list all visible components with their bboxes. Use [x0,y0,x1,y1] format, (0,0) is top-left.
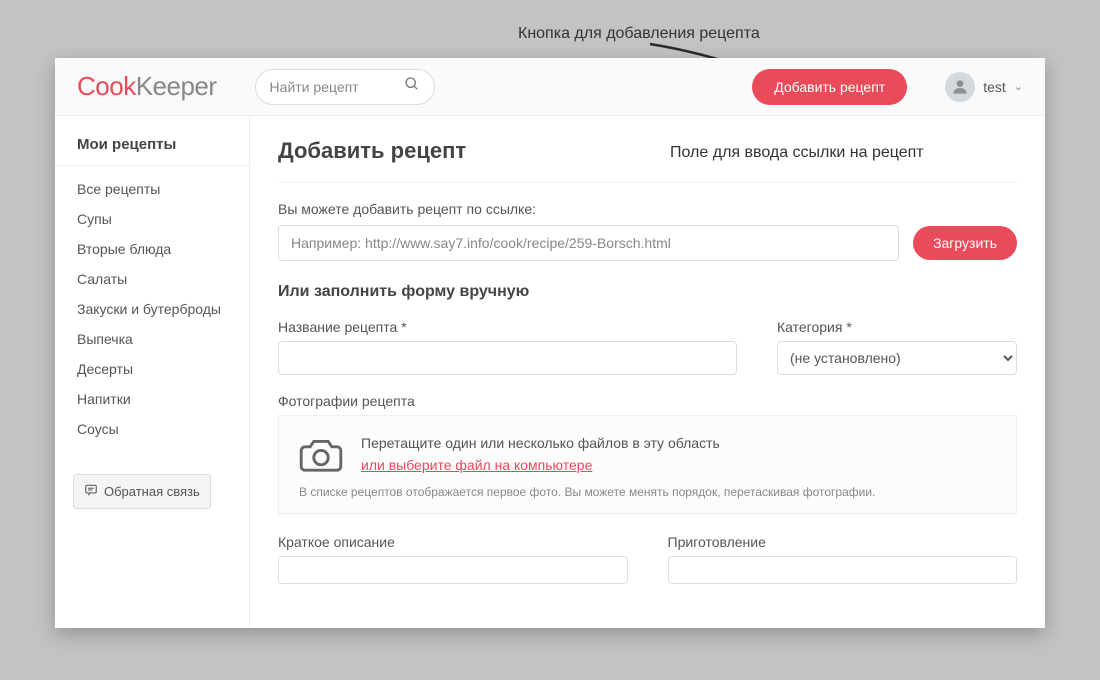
form-row-name-category: Название рецепта * Категория * (не устан… [278,319,1017,375]
short-desc-label: Краткое описание [278,534,628,550]
sidebar-item[interactable]: Салаты [55,264,249,294]
chevron-down-icon: ⌄ [1014,80,1023,93]
logo-brand: Cook [77,71,136,101]
search-icon [404,76,420,97]
sidebar-item[interactable]: Десерты [55,354,249,384]
logo: CookKeeper [77,71,217,102]
form-col-name: Название рецепта * [278,319,737,375]
user-name: test [983,79,1006,95]
category-select[interactable]: (не установлено) [777,341,1017,375]
sidebar: Мои рецепты Все рецепты Супы Вторые блюд… [55,116,250,628]
form-col-category: Категория * (не установлено) [777,319,1017,375]
url-section-label: Вы можете добавить рецепт по ссылке: [278,201,1017,217]
photo-hint: В списке рецептов отображается первое фо… [299,485,996,499]
url-row: Загрузить [278,225,1017,261]
recipe-url-input[interactable] [278,225,899,261]
main-content: Добавить рецепт Вы можете добавить рецеп… [250,116,1045,628]
chat-icon [84,483,98,500]
sidebar-item[interactable]: Соусы [55,414,249,444]
choose-file-link[interactable]: или выберите файл на компьютере [361,457,592,473]
camera-icon [299,436,343,472]
sidebar-item[interactable]: Вторые блюда [55,234,249,264]
annotation-url-field: Поле для ввода ссылки на рецепт [670,144,924,162]
sidebar-item[interactable]: Напитки [55,384,249,414]
feedback-button[interactable]: Обратная связь [73,474,211,509]
preparation-col: Приготовление [668,534,1018,589]
sidebar-title: Мои рецепты [55,136,249,166]
textarea-row: Краткое описание Приготовление [278,534,1017,589]
search-input[interactable] [270,79,404,95]
annotation-add-button: Кнопка для добавления рецепта [518,25,760,43]
feedback-label: Обратная связь [104,484,200,499]
sidebar-item[interactable]: Закуски и бутерброды [55,294,249,324]
divider [278,182,1017,183]
category-label: Категория * [777,319,1017,335]
header: CookKeeper Добавить рецепт test ⌄ [55,58,1045,116]
short-desc-col: Краткое описание [278,534,628,589]
photo-row: Перетащите один или несколько файлов в э… [299,432,996,477]
photos-label: Фотографии рецепта [278,393,1017,409]
photo-text: Перетащите один или несколько файлов в э… [361,432,720,477]
sidebar-item[interactable]: Выпечка [55,324,249,354]
short-desc-textarea[interactable] [278,556,628,584]
sidebar-list: Все рецепты Супы Вторые блюда Салаты Зак… [55,166,249,452]
manual-form-heading: Или заполнить форму вручную [278,283,1017,301]
photo-dropzone[interactable]: Перетащите один или несколько файлов в э… [278,415,1017,514]
sidebar-item[interactable]: Супы [55,204,249,234]
search-box[interactable] [255,69,435,105]
avatar [945,72,975,102]
user-menu[interactable]: test ⌄ [945,72,1023,102]
sidebar-item[interactable]: Все рецепты [55,174,249,204]
load-button[interactable]: Загрузить [913,226,1017,260]
logo-rest: Keeper [136,71,217,101]
drop-text: Перетащите один или несколько файлов в э… [361,432,720,454]
add-recipe-button[interactable]: Добавить рецепт [752,69,907,105]
recipe-name-label: Название рецепта * [278,319,737,335]
body: Мои рецепты Все рецепты Супы Вторые блюд… [55,116,1045,628]
preparation-textarea[interactable] [668,556,1018,584]
recipe-name-input[interactable] [278,341,737,375]
preparation-label: Приготовление [668,534,1018,550]
